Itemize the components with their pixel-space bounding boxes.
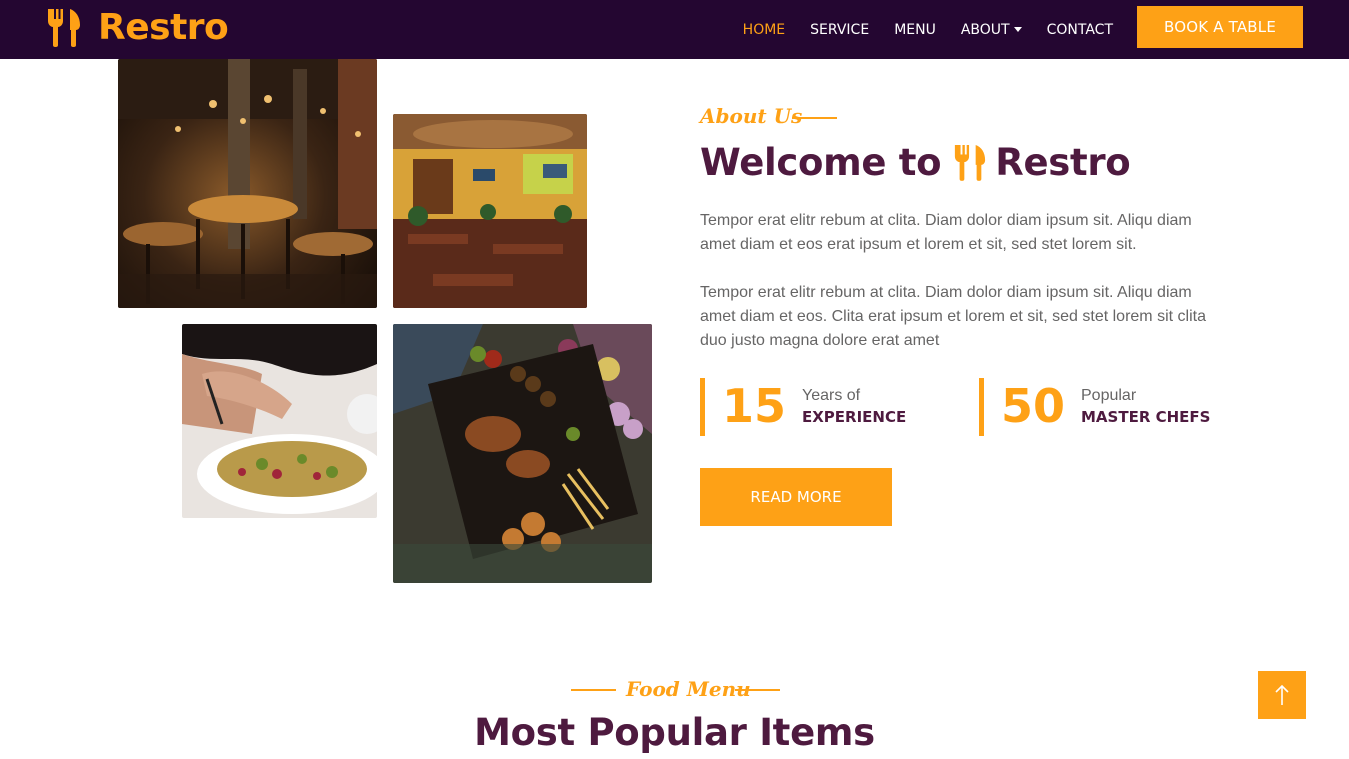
menu-tag-line-left xyxy=(571,689,616,691)
menu-tag-line-right xyxy=(735,689,780,691)
about-title-brand: Restro xyxy=(995,140,1131,184)
brand-name: Restro xyxy=(98,6,229,48)
navbar: Restro HOME SERVICE MENU ABOUT CONTACT B… xyxy=(0,0,1349,59)
about-title: Welcome to Restro xyxy=(700,136,1131,188)
back-to-top-button[interactable] xyxy=(1258,671,1306,719)
salad-plate-photo xyxy=(182,324,377,518)
caret-down-icon xyxy=(1013,27,1022,32)
nav-links: HOME SERVICE MENU ABOUT CONTACT xyxy=(718,0,1113,59)
about-paragraph-1: Tempor erat elitr rebum at clita. Diam d… xyxy=(700,212,1192,253)
book-table-button[interactable]: BOOK A TABLE xyxy=(1137,6,1303,48)
about-tag: About Us xyxy=(700,104,803,128)
stat-experience-number: 15 xyxy=(722,379,787,433)
stat-experience: 15 Years of EXPERIENCE xyxy=(700,378,950,436)
stat-chefs-small: Popular xyxy=(1081,387,1137,404)
read-more-button[interactable]: READ MORE xyxy=(700,468,892,526)
nav-menu[interactable]: MENU xyxy=(894,22,936,38)
stat-chefs: 50 Popular MASTER CHEFS xyxy=(979,378,1224,436)
stat-experience-label: EXPERIENCE xyxy=(802,408,907,426)
nav-contact[interactable]: CONTACT xyxy=(1047,22,1113,38)
nav-service[interactable]: SERVICE xyxy=(810,22,869,38)
arrow-up-icon xyxy=(1275,684,1289,705)
nav-about-label: ABOUT xyxy=(960,21,1010,38)
stat-chefs-label: MASTER CHEFS xyxy=(1081,408,1211,426)
nav-home[interactable]: HOME xyxy=(743,22,785,38)
about-title-prefix: Welcome to xyxy=(700,140,942,184)
stat-experience-small: Years of xyxy=(802,387,861,404)
menu-tag: Food Menu xyxy=(626,677,751,701)
about-tag-line xyxy=(792,117,837,119)
fork-knife-icon xyxy=(48,9,80,47)
restaurant-dining-room-photo xyxy=(393,114,587,308)
nav-about-dropdown[interactable]: ABOUT xyxy=(961,22,1022,38)
menu-section-title: Most Popular Items xyxy=(474,711,875,754)
food-platter-photo xyxy=(393,324,652,583)
restaurant-interior-photo xyxy=(118,59,377,308)
brand-logo[interactable]: Restro xyxy=(46,4,229,50)
fork-knife-icon xyxy=(955,145,986,181)
about-paragraph-2: Tempor erat elitr rebum at clita. Diam d… xyxy=(700,284,1206,349)
stat-chefs-number: 50 xyxy=(1001,379,1066,433)
